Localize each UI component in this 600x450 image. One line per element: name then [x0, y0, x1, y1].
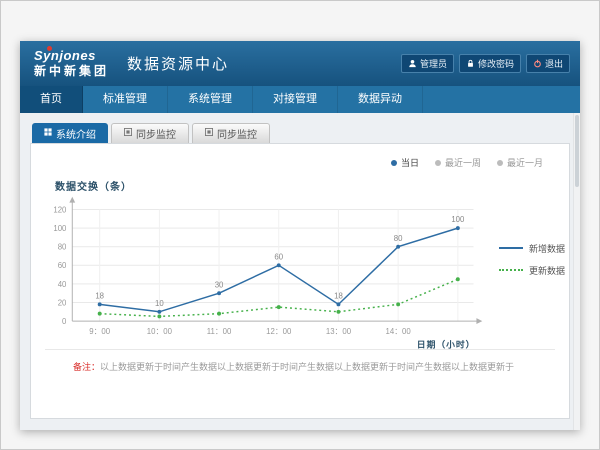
tab-system-intro-label: 系统介绍: [56, 126, 96, 141]
line-chart: 0 20 40 60 80 100 120 9：00 10：00 11：00 12：00 13：00 1…: [39, 190, 497, 368]
scrollbar[interactable]: [573, 113, 580, 430]
change-password-button[interactable]: 修改密码: [459, 54, 521, 73]
nav-item-home[interactable]: 首页: [20, 86, 83, 113]
tab-sync-monitor-2-label: 同步监控: [217, 126, 257, 141]
svg-text:0: 0: [62, 317, 67, 326]
app-header: Synjones 新中新集团 数据资源中心 管理员 修改密码 退出: [20, 41, 580, 86]
app-window: Synjones 新中新集团 数据资源中心 管理员 修改密码 退出: [20, 41, 580, 430]
footnote-text: 以上数据更新于时间产生数据以上数据更新于时间产生数据以上数据更新于时间产生数据以…: [100, 362, 514, 372]
svg-text:13：00: 13：00: [326, 327, 352, 336]
svg-text:10：00: 10：00: [147, 327, 173, 336]
legend-filter-last-month[interactable]: 最近一月: [497, 156, 543, 169]
main-nav: 首页 标准管理 系统管理 对接管理 数据异动: [20, 86, 580, 113]
legend-filter-today-label: 当日: [401, 156, 419, 169]
svg-text:20: 20: [58, 298, 67, 307]
series-legend: 新增数据 更新数据: [499, 233, 565, 286]
series-legend-update-data[interactable]: 更新数据: [499, 264, 565, 277]
dot-icon: [435, 160, 441, 166]
user-icon: [408, 59, 417, 68]
content-area: 系统介绍 同步监控 同步监控 当日: [20, 113, 580, 430]
tab-bar: 系统介绍 同步监控 同步监控: [32, 123, 570, 143]
svg-text:11：00: 11：00: [207, 327, 232, 336]
logout-button[interactable]: 退出: [526, 54, 570, 73]
brand-logo: Synjones 新中新集团: [34, 49, 109, 77]
chart-panel: 当日 最近一周 最近一月 数据交换（条） 0204060801001209：00…: [30, 143, 570, 419]
brand-logo-en: Synjones: [34, 49, 109, 63]
dot-icon: [391, 160, 397, 166]
monitor-icon: [124, 128, 132, 139]
svg-text:100: 100: [53, 224, 67, 233]
divider: [45, 349, 555, 350]
header-buttons: 管理员 修改密码 退出: [401, 54, 570, 73]
admin-user-button[interactable]: 管理员: [401, 54, 454, 73]
logout-icon: [533, 59, 542, 68]
time-range-legend: 当日 最近一周 最近一月: [391, 156, 543, 169]
solid-line-icon: [499, 247, 523, 249]
grid-icon: [44, 128, 52, 139]
lock-icon: [466, 59, 475, 68]
svg-text:80: 80: [394, 234, 403, 243]
change-password-label: 修改密码: [478, 57, 514, 70]
legend-filter-last-week[interactable]: 最近一周: [435, 156, 481, 169]
legend-filter-last-month-label: 最近一月: [507, 156, 543, 169]
svg-text:40: 40: [58, 280, 67, 289]
svg-text:30: 30: [215, 280, 224, 289]
tab-system-intro[interactable]: 系统介绍: [32, 123, 108, 143]
dotted-line-icon: [499, 269, 523, 271]
logout-label: 退出: [545, 57, 563, 70]
legend-filter-today[interactable]: 当日: [391, 156, 419, 169]
svg-text:14：00: 14：00: [386, 327, 412, 336]
svg-text:60: 60: [274, 252, 283, 261]
dot-icon: [497, 160, 503, 166]
nav-item-standard-mgmt[interactable]: 标准管理: [83, 86, 168, 113]
svg-text:18: 18: [95, 291, 104, 300]
monitor-icon: [205, 128, 213, 139]
svg-text:12：00: 12：00: [266, 327, 292, 336]
footnote-prefix: 备注：: [73, 362, 100, 372]
tab-sync-monitor-2[interactable]: 同步监控: [192, 123, 270, 143]
nav-item-system-mgmt[interactable]: 系统管理: [168, 86, 253, 113]
svg-text:60: 60: [58, 261, 67, 270]
footnote: 备注：以上数据更新于时间产生数据以上数据更新于时间产生数据以上数据更新于时间产生…: [73, 361, 553, 375]
svg-text:80: 80: [58, 243, 67, 252]
admin-user-label: 管理员: [420, 57, 447, 70]
tab-sync-monitor-1-label: 同步监控: [136, 126, 176, 141]
chart-wrap: 0 20 40 60 80 100 120 9：00 10：00 11：00 12：00 13：00 1…: [39, 190, 565, 368]
legend-filter-last-week-label: 最近一周: [445, 156, 481, 169]
svg-text:120: 120: [53, 205, 67, 214]
series-legend-update-data-label: 更新数据: [529, 264, 565, 277]
series-legend-new-data[interactable]: 新增数据: [499, 242, 565, 255]
svg-text:9：00: 9：00: [89, 327, 111, 336]
page-title: 数据资源中心: [127, 53, 229, 74]
brand-logo-cn: 新中新集团: [34, 65, 109, 78]
scrollbar-thumb[interactable]: [575, 115, 579, 187]
svg-text:10: 10: [155, 299, 164, 308]
svg-text:100: 100: [451, 215, 465, 224]
tab-sync-monitor-1[interactable]: 同步监控: [111, 123, 189, 143]
series-legend-new-data-label: 新增数据: [529, 242, 565, 255]
nav-item-data-change[interactable]: 数据异动: [338, 86, 423, 113]
nav-item-connect-mgmt[interactable]: 对接管理: [253, 86, 338, 113]
svg-text:日期（小时）: 日期（小时）: [417, 339, 476, 350]
svg-text:18: 18: [334, 291, 343, 300]
